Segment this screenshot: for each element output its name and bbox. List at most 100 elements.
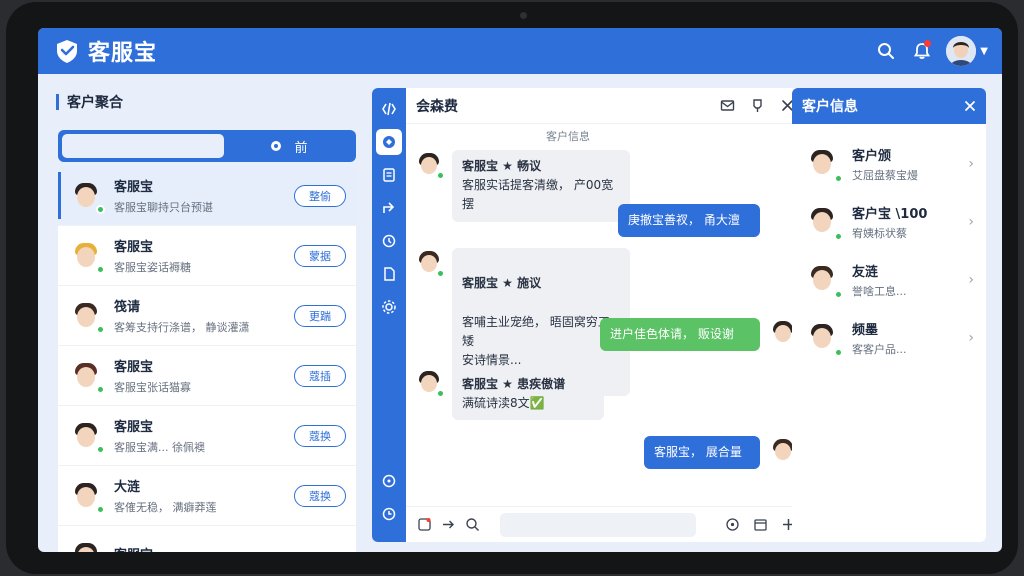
customer-detail: 艾屈盘蔡宝熳 [852,169,918,182]
avatar [804,261,843,299]
share-icon[interactable] [376,195,402,221]
customer-info-panel: 客户信息 客户颁 艾屈盘蔡宝熳 › 客户宝 \100 宥姨标状蔡 › 友涟 誉啥工息... › 频… [792,88,986,542]
online-status-dot [834,174,843,183]
conversation-action-button[interactable]: 蔻换 [294,484,346,507]
collapse-icon[interactable] [376,96,402,122]
conversation-item[interactable]: 客服宝 [58,526,356,552]
avatar [414,248,445,278]
arrow-right-icon[interactable] [436,513,460,537]
conversation-text: 客服宝 [114,544,346,552]
conversation-text: 客服宝客服宝聊持只台预谌 [114,176,286,215]
message-outgoing: 庚撤宝善衩， 甬大澶 [618,204,760,238]
file-icon[interactable] [376,261,402,287]
online-status-dot [96,264,105,274]
search-icon[interactable] [460,513,484,537]
customer-detail: 誉啥工息... [852,285,907,298]
pin-icon[interactable] [744,93,770,119]
app-screen: 客服宝 ▼ 客户聚合 前 客服宝 客服宝聊持只台预谌 整偷 客服宝 客服宝姿话褥… [38,28,1002,552]
document-icon[interactable] [376,162,402,188]
online-status-dot [834,348,843,357]
customer-info-header: 客户信息 [792,88,986,124]
conversation-name: 客服宝 [114,420,154,435]
side-rail [372,88,406,542]
avatar [414,150,445,180]
search-button[interactable]: 前 [224,137,352,156]
conversation-preview: 客服宝张话猫寡 [114,381,191,394]
customer-detail: 客客户品... [852,343,907,356]
online-status-dot [96,384,105,394]
customer-info-list: 客户颁 艾屈盘蔡宝熳 › 客户宝 \100 宥姨标状蔡 › 友涟 誉啥工息... › 频墨 客客户品… [792,124,986,366]
conversation-item[interactable]: 筏请 客筹支持行涤谱， 静谈灌潇 更踹 [58,286,356,346]
chevron-right-icon: › [968,156,974,172]
chevron-right-icon: › [968,330,974,346]
chevron-right-icon: › [968,214,974,230]
chevron-down-icon[interactable]: ▼ [980,46,988,57]
mail-icon[interactable] [714,93,740,119]
message-bubble: 客服宝 ★ 畅议 客服实话提客清缴， 产00宽摆 [452,150,630,222]
message-area: 客户信息 客服宝 ★ 畅议 客服实话提客清缴， 产00宽摆 庚撤宝善衩， 甬大澶… [406,124,799,506]
conversation-text: 筏请客筹支持行涤谱， 静谈灌潇 [114,296,286,335]
system-label: 客户信息 [546,130,590,143]
settings-icon[interactable] [376,294,402,320]
conversation-action-button[interactable]: 蔻换 [294,424,346,447]
emoji-icon[interactable] [412,513,436,537]
conversation-item[interactable]: 客服宝 客服宝姿话褥糖 蒙据 [58,226,356,286]
customer-info-title: 客户信息 [802,99,858,115]
customer-info-item[interactable]: 客户颁 艾屈盘蔡宝熳 › [792,136,986,192]
conversation-preview: 客筹支持行涤谱， 静谈灌潇 [114,321,250,334]
conversation-action-button[interactable]: 蔻插 [294,364,346,387]
camera [520,12,527,19]
bell-icon[interactable] [904,33,940,69]
customer-info-item[interactable]: 客户宝 \100 宥姨标状蔡 › [792,194,986,250]
avatar [68,478,105,514]
customer-info-text: 友涟 誉啥工息... [852,261,968,299]
online-status-dot [834,232,843,241]
online-status-dot [96,504,105,514]
conversation-item[interactable]: 客服宝 客服宝满... 徐佩襖 蔻换 [58,406,356,466]
avatar [68,298,105,334]
conversation-name: 筏请 [114,300,141,315]
avatar [804,203,843,241]
avatar [804,145,843,183]
panel-title-text: 客户聚合 [67,95,123,111]
message-input[interactable] [500,512,696,537]
avatar [68,238,105,274]
chat-title: 会森费 [416,98,458,115]
user-avatar[interactable] [946,36,977,66]
avatar [804,319,843,357]
tablet-frame: 客服宝 ▼ 客户聚合 前 客服宝 客服宝聊持只台预谌 整偷 客服宝 客服宝姿话褥… [6,2,1018,574]
message-outgoing: 客服宝， 展合量 [644,436,799,470]
customer-info-text: 频墨客客户品... [852,319,968,357]
conversation-item[interactable]: 客服宝 客服宝聊持只台预谌 整偷 [58,166,356,226]
customer-info-item[interactable]: 友涟 誉啥工息... › [792,252,986,308]
chevron-right-icon: › [968,272,974,288]
search-icon[interactable] [868,33,904,69]
search-input[interactable] [62,134,224,158]
customer-info-item[interactable]: 频墨 客客户品... › [792,310,986,366]
clock-icon[interactable] [376,501,402,527]
conversation-text: 客服宝 客服宝张话猫寡 [114,356,286,395]
conversation-item[interactable]: 大涟 客傕无稳， 满癖莽莲 蔻换 [58,466,356,526]
conversation-preview: 客服宝聊持只台预谌 [114,201,213,214]
panel-title: 客户聚合 [50,88,370,116]
conversation-preview: 客傕无稳， 满癖莽莲 [114,501,217,514]
conversation-panel: 客户聚合 前 客服宝 客服宝聊持只台预谌 整偷 客服宝 客服宝姿话褥糖 蒙据 筏请 客筹支持行… [50,88,370,552]
avatar [68,178,105,214]
compass-icon[interactable] [720,513,744,537]
app-title: 客服宝 [88,41,158,66]
search-bar: 前 [58,130,356,162]
history-icon[interactable] [376,228,402,254]
message-bubble: 客服宝 ★ 患疾傲谱 满硫诗渎8文✅ [452,368,604,421]
conversation-action-button[interactable]: 蒙据 [294,244,346,267]
gear-icon [271,141,282,151]
conversation-text: 客服宝 客服宝满... 徐佩襖 [114,416,286,455]
conversation-action-button[interactable]: 更踹 [294,304,346,327]
help-icon[interactable] [376,468,402,494]
chat-bubble-icon[interactable] [376,129,402,155]
conversation-name: 客服宝 [114,180,154,195]
customer-name: 频墨 [852,323,879,338]
conversation-item[interactable]: 客服宝 客服宝张话猫寡 蔻插 [58,346,356,406]
calendar-icon[interactable] [748,513,772,537]
close-icon[interactable] [964,100,976,112]
conversation-action-button[interactable]: 整偷 [294,184,346,207]
